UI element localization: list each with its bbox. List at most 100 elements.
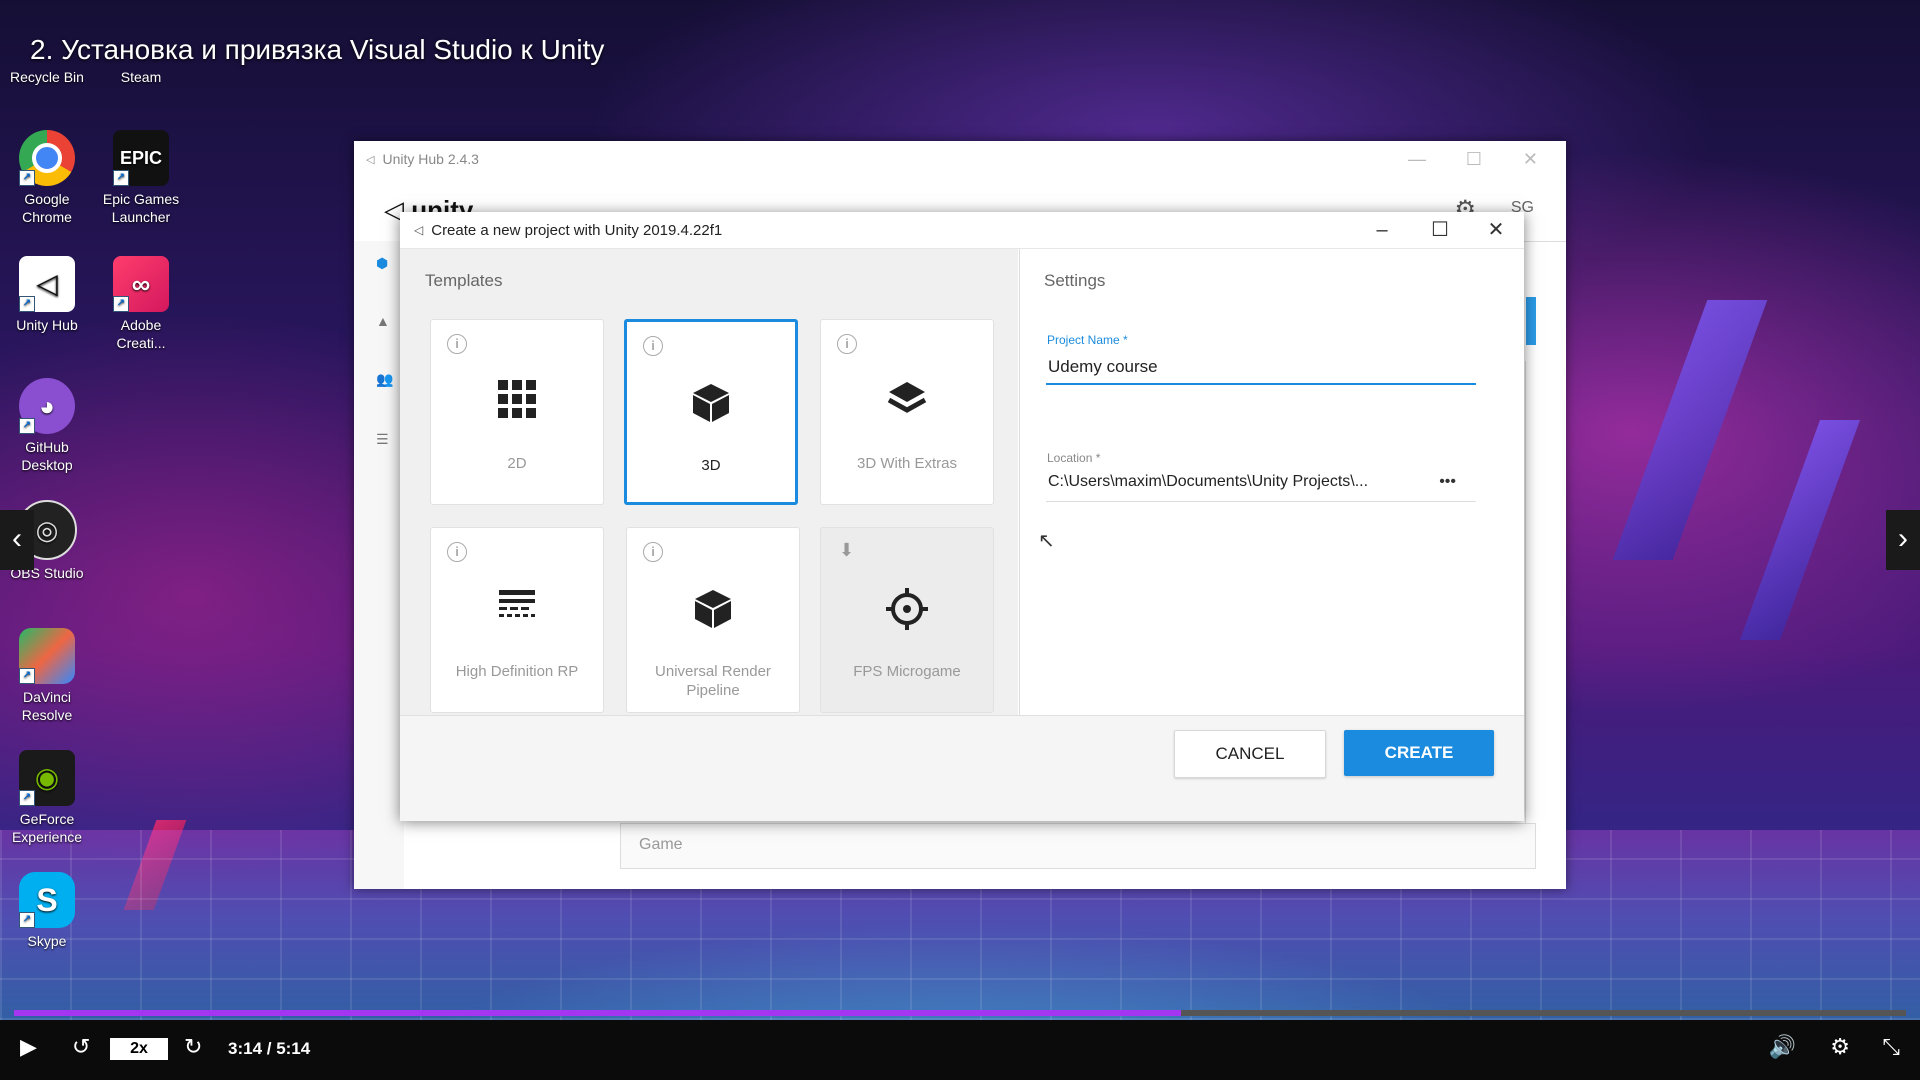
desktop-icon-skype[interactable]: S ↗ Skype [2,872,92,950]
next-lecture-button[interactable]: › [1886,510,1920,570]
hub-titlebar: ◁ Unity Hub 2.4.3 — ☐ ✕ [354,141,1566,178]
geforce-icon: ◉ ↗ [19,750,75,806]
progress-fill [14,1010,1182,1016]
location-input[interactable]: C:\Users\maxim\Documents\Unity Projects\… [1046,467,1476,502]
steam-icon [119,20,163,64]
settings-gear-icon[interactable]: ⚙ [1830,1034,1850,1060]
template-card-urp[interactable]: i Universal Render Pipeline [626,527,800,713]
minimize-icon[interactable]: – [1364,216,1400,244]
info-icon[interactable]: i [447,542,467,562]
close-icon[interactable]: ✕ [1478,216,1514,244]
mouse-cursor: ↖ [1038,530,1055,552]
desktop-icon-label: Steam [120,69,162,85]
template-card-3d-extras[interactable]: i 3D With Extras [820,319,994,505]
volume-icon[interactable]: 🔊 [1769,1034,1796,1060]
desktop-icon-epic[interactable]: EPIC ↗ Epic Games Launcher [96,130,186,226]
desktop-icon-label: Google Chrome [22,191,72,225]
template-card-3d[interactable]: i 3D [624,319,798,505]
template-label: High Definition RP [455,663,579,680]
template-card-hdrp[interactable]: i High Definition RP [430,527,604,713]
learn-icon[interactable]: ▲ [376,313,390,329]
cube-icon [627,588,799,635]
info-icon[interactable]: i [643,336,663,356]
desktop-icon-adobe[interactable]: ∞ ↗ Adobe Creati... [96,256,186,352]
templates-heading: Templates [425,271,503,290]
hub-title: Unity Hub 2.4.3 [382,151,479,167]
hub-list-divider [1525,361,1536,829]
exit-fullscreen-icon[interactable]: ⤡ [1882,1034,1900,1060]
grid-icon [431,380,603,423]
community-icon[interactable]: 👥 [376,371,393,388]
installs-icon[interactable]: ☰ [376,431,389,448]
project-name-value: Udemy course [1048,357,1158,376]
maximize-icon[interactable]: ☐ [1422,216,1458,244]
desktop-icon-github[interactable]: ◕ ↗ GitHub Desktop [2,378,92,474]
maximize-icon[interactable]: ☐ [1466,149,1482,170]
hub-sidebar: ⬢ ▲ 👥 ☰ [354,241,404,889]
layers-icon [821,380,993,425]
rewind-icon[interactable]: ↺ [72,1034,90,1060]
recycle-bin-icon [25,20,69,64]
template-label: Universal Render Pipeline [655,663,771,699]
progress-bar[interactable] [14,1010,1906,1016]
cube-icon [627,382,795,429]
forward-icon[interactable]: ↻ [184,1034,202,1060]
location-browse-button[interactable]: ••• [1439,473,1456,491]
info-icon[interactable]: i [447,334,467,354]
template-label: 3D [701,457,721,474]
info-icon[interactable]: i [837,334,857,354]
desktop-icon-label: Recycle Bin [10,69,84,85]
dialog-title: Create a new project with Unity 2019.4.2… [431,221,723,239]
close-icon[interactable]: ✕ [1523,149,1538,170]
location-label: Location * [1047,451,1101,465]
project-name-label: Project Name * [1047,333,1128,347]
playback-speed-button[interactable]: 2x [110,1038,168,1060]
hub-project-row[interactable]: Game [620,823,1536,869]
hdrp-icon [431,588,603,627]
skype-icon: S ↗ [19,872,75,928]
desktop-icon-steam[interactable]: Steam [96,20,186,86]
unity-small-icon: ◁ [414,223,424,237]
project-name-input[interactable]: Udemy course [1046,349,1476,385]
play-icon[interactable]: ▶ [20,1034,37,1060]
hub-project-name: Game [639,836,683,853]
hub-add-button[interactable] [1526,297,1536,345]
desktop-icon-label: GeForce Experience [11,811,83,845]
dialog-footer: CANCEL CREATE [400,715,1524,821]
desktop-icon-label: Adobe Creati... [116,317,166,351]
info-icon[interactable]: i [643,542,663,562]
adobe-creative-cloud-icon: ∞ ↗ [113,256,169,312]
desktop-icon-label: DaVinci Resolve [21,689,73,723]
settings-heading: Settings [1044,271,1106,290]
desktop-icon-recycle-bin[interactable]: Recycle Bin [2,20,92,86]
template-card-2d[interactable]: i 2D [430,319,604,505]
create-project-dialog: ◁ Create a new project with Unity 2019.4… [400,212,1524,821]
location-value: C:\Users\maxim\Documents\Unity Projects\… [1048,473,1369,490]
desktop-icon-label: Epic Games Launcher [102,191,180,225]
template-card-fps[interactable]: ⬇ FPS Microgame [820,527,994,713]
epic-games-icon: EPIC ↗ [113,130,169,186]
desktop-icon-geforce[interactable]: ◉ ↗ GeForce Experience [2,750,92,846]
settings-pane: Settings Project Name * Udemy course Loc… [1019,249,1524,715]
chrome-icon: ↗ [19,130,75,186]
davinci-resolve-icon: ↗ [19,628,75,684]
desktop-icon-label: GitHub Desktop [21,439,73,473]
desktop-icon-davinci[interactable]: ↗ DaVinci Resolve [2,628,92,724]
github-icon: ◕ ↗ [19,378,75,434]
previous-lecture-button[interactable]: ‹ [0,510,34,570]
desktop-icon-label: Unity Hub [16,317,78,333]
template-label: 3D With Extras [856,455,958,472]
template-label: 2D [507,455,527,472]
create-button[interactable]: CREATE [1344,730,1494,776]
minimize-icon[interactable]: — [1408,149,1426,170]
desktop-icon-unity-hub[interactable]: ◁ ↗ Unity Hub [2,256,92,334]
download-icon[interactable]: ⬇ [839,540,854,561]
desktop-icon-chrome[interactable]: ↗ Google Chrome [2,130,92,226]
desktop-icon-label: Skype [27,933,67,949]
cancel-button[interactable]: CANCEL [1174,730,1326,778]
dialog-titlebar: ◁ Create a new project with Unity 2019.4… [400,212,1524,249]
unity-hub-icon: ◁ ↗ [19,256,75,312]
unity-small-icon: ◁ [366,153,375,166]
projects-icon[interactable]: ⬢ [376,255,388,272]
time-display: 3:14 / 5:14 [228,1039,311,1058]
